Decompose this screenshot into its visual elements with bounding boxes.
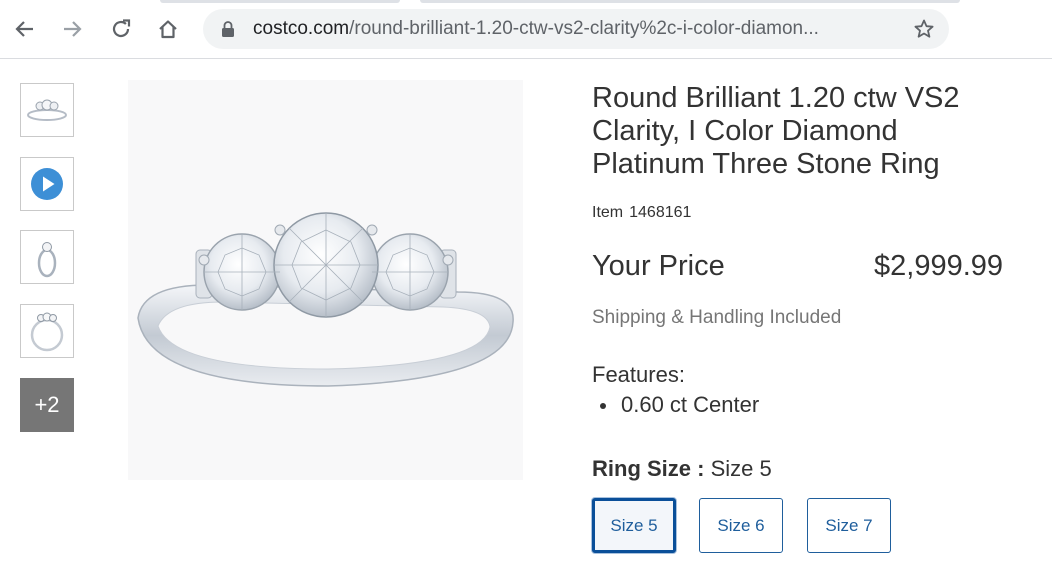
product-title-line: Round Brilliant 1.20 ctw VS2 bbox=[592, 82, 960, 114]
back-icon bbox=[15, 21, 33, 37]
feature-text: 0.60 ct Center bbox=[621, 392, 760, 417]
forward-button[interactable] bbox=[55, 12, 89, 46]
price-value: $2,999.99 bbox=[874, 250, 1004, 282]
product-image[interactable] bbox=[128, 80, 523, 480]
ring-front-thumb bbox=[27, 99, 67, 121]
size-7-button[interactable]: Size 7 bbox=[807, 498, 891, 553]
forward-icon bbox=[64, 21, 82, 37]
ring-size-row: Ring Size : Size 5 bbox=[592, 456, 772, 482]
thumbnail-side-view[interactable] bbox=[20, 304, 74, 358]
thumbnail-front-view[interactable] bbox=[20, 83, 74, 137]
back-button[interactable] bbox=[8, 12, 42, 46]
ring-size-label: Ring Size : bbox=[592, 456, 705, 481]
shipping-note: Shipping & Handling Included bbox=[592, 307, 842, 328]
price-label: Your Price bbox=[592, 250, 725, 282]
features-heading: Features: bbox=[592, 362, 685, 387]
item-number-value: 1468161 bbox=[629, 204, 692, 221]
size-5-button[interactable]: Size 5 bbox=[592, 498, 676, 553]
url-domain: costco.com bbox=[253, 18, 350, 39]
product-title-line: Platinum Three Stone Ring bbox=[592, 148, 940, 180]
thumbnail-video[interactable] bbox=[20, 157, 74, 211]
product-title-line: Clarity, I Color Diamond bbox=[592, 115, 898, 147]
home-icon bbox=[159, 20, 177, 39]
url-path: /round-brilliant-1.20-ctw-vs2-clarity%2c… bbox=[349, 18, 819, 39]
home-button[interactable] bbox=[151, 12, 185, 46]
feature-list-item: 0.60 ct Center bbox=[600, 392, 759, 418]
more-images-button[interactable]: +2 bbox=[20, 378, 74, 432]
ring-side-thumb bbox=[30, 312, 64, 352]
ring-size-value: Size 5 bbox=[710, 456, 772, 481]
address-bar[interactable]: costco.com/round-brilliant-1.20-ctw-vs2-… bbox=[203, 9, 949, 49]
three-stone-ring-image bbox=[137, 212, 514, 387]
thumbnail-angle-view[interactable] bbox=[20, 230, 74, 284]
bookmark-star-icon[interactable] bbox=[913, 18, 935, 40]
tab-strip-edge bbox=[420, 0, 960, 3]
item-label: Item bbox=[592, 204, 624, 221]
url-text[interactable]: costco.com/round-brilliant-1.20-ctw-vs2-… bbox=[253, 18, 893, 40]
browser-toolbar: costco.com/round-brilliant-1.20-ctw-vs2-… bbox=[0, 0, 1052, 59]
product-title: Round Brilliant 1.20 ctw VS2 Clarity, I … bbox=[592, 82, 1012, 181]
size-6-button[interactable]: Size 6 bbox=[699, 498, 783, 553]
reload-button[interactable] bbox=[104, 12, 138, 46]
reload-icon bbox=[112, 19, 131, 38]
item-number: Item 1468161 bbox=[592, 204, 691, 222]
lock-icon[interactable] bbox=[221, 20, 235, 38]
tab-strip-edge bbox=[160, 0, 400, 3]
video-play-icon bbox=[31, 168, 63, 200]
ring-angle-thumb bbox=[37, 242, 57, 278]
